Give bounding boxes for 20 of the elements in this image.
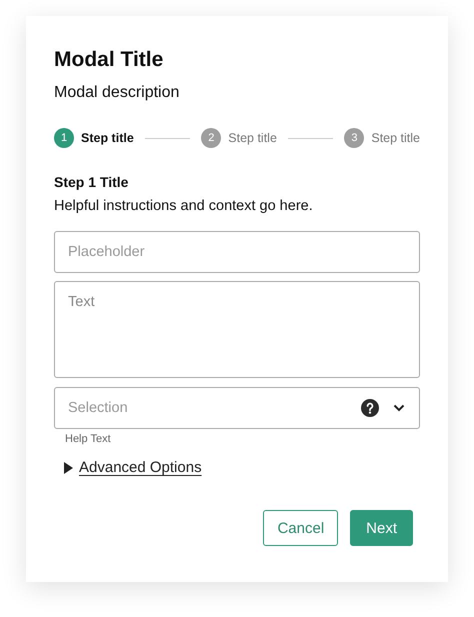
instructions-text: Helpful instructions and context go here. (54, 198, 314, 214)
input-field[interactable]: Placeholder (54, 231, 420, 273)
help-text: Help Text (65, 433, 112, 445)
next-button[interactable]: Next (350, 510, 413, 546)
chevron-down-icon[interactable] (393, 404, 405, 412)
modal-title: Modal Title (54, 47, 164, 73)
help-icon[interactable] (361, 399, 379, 417)
section-title: Step 1 Title (54, 174, 130, 190)
text-area[interactable]: Text (54, 281, 420, 378)
step-number[interactable]: 1 (54, 128, 74, 148)
step-number[interactable]: 3 (344, 128, 364, 148)
cancel-button[interactable]: Cancel (263, 510, 338, 546)
step-number[interactable]: 2 (201, 128, 222, 148)
step-label[interactable]: Step title (228, 131, 277, 145)
step-label[interactable]: Step title (371, 131, 420, 145)
advanced-options-toggle[interactable]: Advanced Options (64, 459, 202, 476)
select-placeholder: Selection (68, 400, 129, 416)
select-field[interactable]: Selection (54, 387, 420, 429)
modal-description: Modal description (54, 83, 180, 103)
step-label[interactable]: Step title (81, 131, 134, 145)
